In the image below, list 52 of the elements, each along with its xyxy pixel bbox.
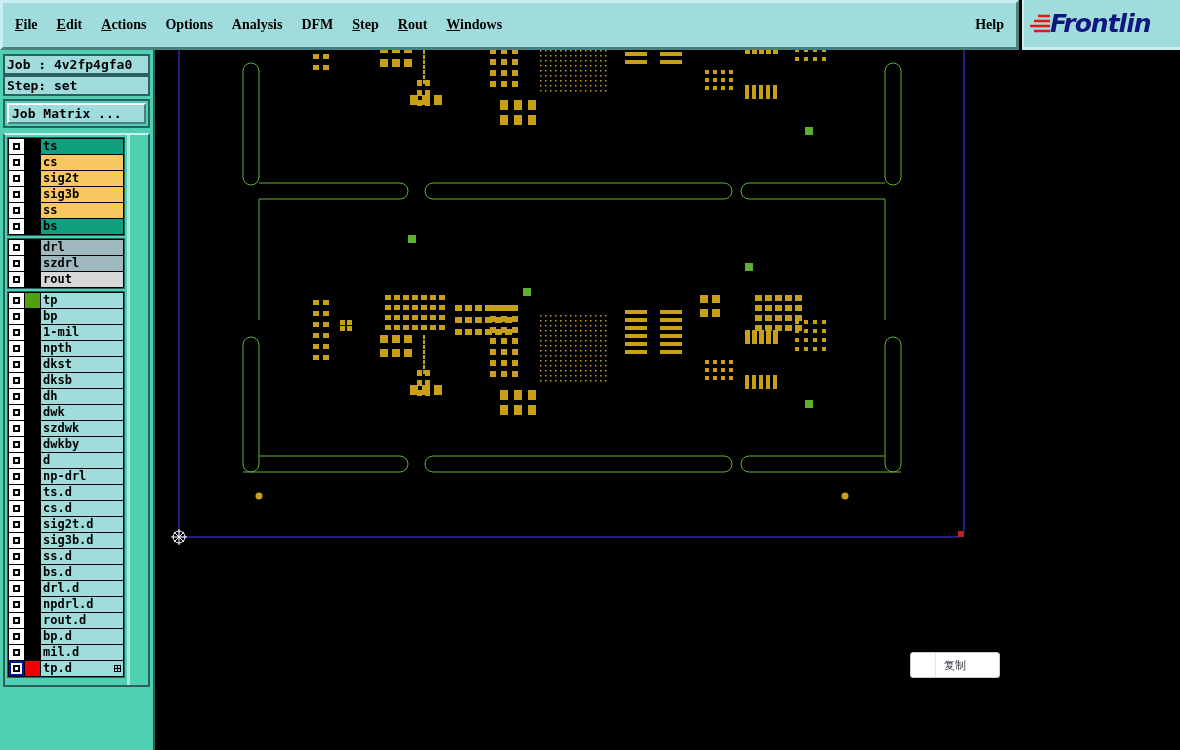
layer-name[interactable]: np-drl [41, 469, 123, 484]
layer-name[interactable]: sig2t [41, 171, 123, 186]
job-label: Job : 4v2fp4gfa0 [3, 54, 150, 75]
layer-name[interactable]: szdrl [41, 256, 123, 271]
layer-name[interactable]: rout.d [41, 613, 123, 628]
layer-name[interactable]: dkst [41, 357, 123, 372]
menu-item[interactable]: Actions [99, 17, 149, 33]
origin-crosshair-icon [170, 528, 188, 546]
menu-item[interactable]: Step [350, 17, 381, 33]
menu-item[interactable]: Windows [444, 17, 505, 33]
layer-name[interactable]: bs.d [41, 565, 123, 580]
menu-item[interactable]: Options [163, 17, 215, 33]
layer-name[interactable]: bp [41, 309, 123, 324]
layer-name[interactable]: sig2t.d [41, 517, 123, 532]
step-label: Step: set [3, 75, 150, 96]
layer-name[interactable]: cs.d [41, 501, 123, 516]
layer-name[interactable]: szdwk [41, 421, 123, 436]
layer-name[interactable]: bs [41, 219, 123, 234]
layer-name[interactable]: rout [41, 272, 123, 287]
layer-name[interactable]: ts.d [41, 485, 123, 500]
layer-checkbox[interactable] [9, 661, 24, 676]
layer-name[interactable]: 1-mil [41, 325, 123, 340]
layer-name[interactable]: dwk [41, 405, 123, 420]
layer-name[interactable]: ss [41, 203, 123, 218]
layer-name[interactable]: dh [41, 389, 123, 404]
layer-name[interactable]: cs [41, 155, 123, 170]
layer-name[interactable]: tp.d [41, 661, 123, 676]
grid-icon [114, 665, 121, 672]
layer-name[interactable]: d [41, 453, 123, 468]
speed-lines-icon [1030, 12, 1050, 35]
layer-name[interactable]: sig3b [41, 187, 123, 202]
layer-name[interactable]: ss.d [41, 549, 123, 564]
menu-item[interactable]: File [13, 17, 40, 33]
menu-item[interactable]: Analysis [229, 17, 285, 33]
layer-name[interactable]: drl.d [41, 581, 123, 596]
menu-item[interactable]: DFM [299, 17, 336, 33]
menu-item[interactable]: Edit [54, 17, 85, 33]
layer-name[interactable]: npth [41, 341, 123, 356]
layer-name[interactable]: dksb [41, 373, 123, 388]
layer-name[interactable]: drl [41, 240, 123, 255]
help-menu[interactable]: Help [973, 17, 1006, 33]
menu-item[interactable]: Rout [395, 17, 430, 33]
layer-name[interactable]: bp.d [41, 629, 123, 644]
layer-name[interactable]: npdrl.d [41, 597, 123, 612]
layer-name[interactable]: tp [41, 293, 123, 308]
job-matrix-button[interactable]: Job Matrix ... [7, 103, 146, 124]
logo-text: Frontlin [1050, 9, 1151, 38]
layer-name[interactable]: dwkby [41, 437, 123, 452]
context-menu-item[interactable]: 复制 [936, 653, 999, 677]
layer-name[interactable]: sig3b.d [41, 533, 123, 548]
layer-name[interactable]: mil.d [41, 645, 123, 660]
layer-name[interactable]: ts [41, 139, 123, 154]
